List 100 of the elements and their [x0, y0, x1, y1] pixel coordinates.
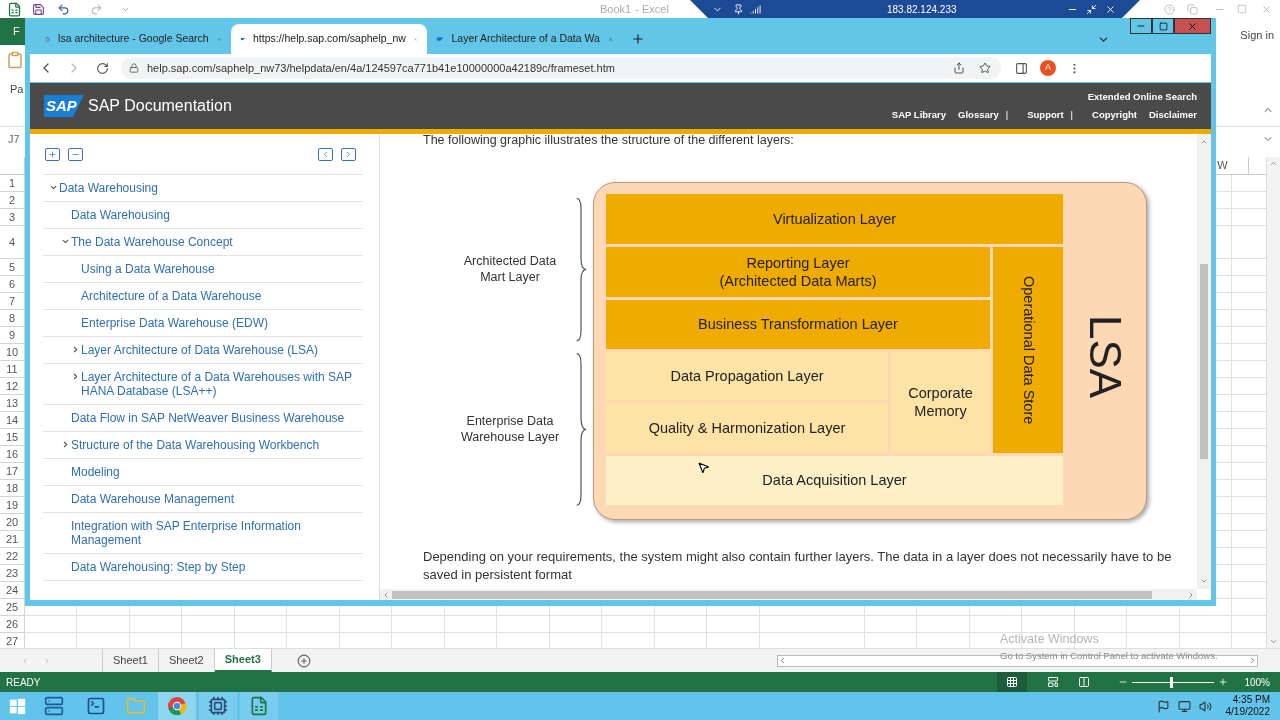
scroll-left-icon[interactable]	[778, 656, 787, 665]
zoom-thumb[interactable]	[1170, 676, 1174, 688]
restore-icon[interactable]	[1086, 3, 1097, 15]
maximize-button[interactable]	[1152, 18, 1174, 34]
scroll-thumb[interactable]	[1200, 264, 1208, 459]
sheet-tab[interactable]: Sheet3	[214, 649, 272, 672]
toc-link[interactable]: Integration with SAP Enterprise Information Management	[71, 519, 355, 547]
toc-link[interactable]: Using a Data Warehouse	[81, 262, 215, 276]
toc-link[interactable]: Data Warehousing	[59, 181, 158, 195]
activation-notice-title: Activate Windows	[1000, 631, 1100, 648]
scroll-right-icon[interactable]	[1187, 590, 1195, 599]
browser-icon	[167, 696, 187, 716]
chevron-down-icon[interactable]	[49, 183, 58, 192]
taskbar-app-button[interactable]	[240, 692, 278, 720]
horizontal-scrollbar[interactable]	[777, 654, 1258, 667]
toc-link[interactable]: Structure of the Data Warehousing Workbench	[71, 438, 320, 452]
profile-avatar[interactable]: A	[1040, 60, 1056, 76]
browser-tab[interactable]: lsa architecture - Google Search	[35, 24, 231, 54]
chevron-down-icon[interactable]	[61, 237, 70, 246]
side-panel-icon[interactable]	[1015, 61, 1028, 75]
save-icon[interactable]	[32, 2, 45, 16]
normal-view-button[interactable]	[997, 672, 1028, 692]
terminal-icon[interactable]	[86, 696, 106, 716]
toc-link[interactable]: Data Warehousing: Step by Step	[71, 560, 246, 574]
page-layout-icon[interactable]	[1047, 676, 1060, 688]
layer-label: Corporate Memory	[907, 384, 974, 421]
pin-icon[interactable]	[733, 3, 744, 15]
toc-link[interactable]: Data Warehouse Management	[71, 492, 234, 506]
chip-icon	[208, 696, 228, 716]
scroll-up-icon[interactable]	[1269, 159, 1278, 168]
volume-icon[interactable]	[1198, 699, 1212, 713]
flag-icon[interactable]	[1156, 699, 1170, 713]
content-scrollbar[interactable]	[1197, 134, 1211, 589]
scroll-down-icon[interactable]	[1269, 637, 1278, 646]
network-icon[interactable]	[1177, 699, 1191, 713]
layer-group-label: Architected Data Mart Layer	[462, 253, 558, 286]
content-horizontal-scrollbar[interactable]	[380, 589, 1197, 600]
zoom-percent: 100%	[1244, 675, 1270, 690]
scroll-left-icon[interactable]	[382, 590, 390, 599]
scroll-down-icon[interactable]	[1200, 577, 1208, 585]
clock-date: 4/19/2022	[1225, 706, 1270, 718]
minimize-button[interactable]	[1130, 18, 1152, 34]
add-sheet-icon[interactable]	[296, 653, 311, 668]
file-tab[interactable]: F	[0, 18, 25, 45]
collapse-all-button[interactable]	[68, 147, 83, 161]
sign-in-link[interactable]: Sign in	[1240, 27, 1274, 44]
close-icon[interactable]	[1105, 3, 1116, 15]
layer-group-label: Enterprise Data Warehouse Layer	[459, 413, 561, 446]
browser-tab[interactable]: https://help.sap.com/saphelp_nw	[231, 24, 427, 54]
scroll-up-icon[interactable]	[1200, 138, 1208, 146]
site-title: SAP Documentation	[88, 96, 232, 116]
toc-link[interactable]: Layer Architecture of Data Warehouse (LSA)	[81, 343, 318, 357]
nav-link[interactable]: Glossary	[958, 108, 999, 123]
scroll-right-icon[interactable]	[1248, 656, 1257, 665]
name-box[interactable]: J7	[8, 130, 20, 148]
taskbar-app-button[interactable]	[158, 692, 196, 720]
spreadsheet-app-icon	[7, 1, 22, 17]
page-break-icon[interactable]	[1078, 676, 1091, 688]
toc-link[interactable]: Data Flow in SAP NetWeaver Business Warehouse	[71, 411, 345, 425]
chevron-right-icon[interactable]	[71, 372, 80, 381]
status-text: READY	[6, 675, 41, 690]
share-icon[interactable]	[953, 62, 965, 74]
clipboard-icon[interactable]	[6, 51, 24, 69]
expand-all-button[interactable]	[45, 147, 60, 161]
site-icon	[437, 35, 444, 43]
toc-link[interactable]: Data Warehousing	[71, 208, 170, 222]
toc-link[interactable]: The Data Warehouse Concept	[71, 235, 233, 249]
undo-icon[interactable]	[57, 2, 70, 16]
new-tab-icon[interactable]	[631, 32, 645, 46]
chevron-right-icon[interactable]	[71, 345, 80, 354]
remote-address: 183.82.124.233	[887, 2, 957, 17]
tab-title: Layer Architecture of a Data Wa	[451, 31, 600, 47]
taskbar-app-button[interactable]	[199, 692, 237, 720]
nav-link[interactable]: Disclaimer	[1148, 108, 1197, 123]
nav-link[interactable]: Support	[1027, 108, 1064, 123]
nav-link[interactable]: SAP Library	[891, 108, 947, 123]
server-icon[interactable]	[44, 696, 64, 716]
previous-topic-button[interactable]	[318, 147, 333, 161]
browser-tab[interactable]: Layer Architecture of a Data Wa	[427, 24, 623, 54]
grid-icon	[1006, 676, 1019, 688]
reload-icon[interactable]	[96, 61, 109, 75]
intro-text: The following graphic illustrates the structure of the different layers:	[423, 134, 795, 149]
extended-search-link[interactable]: Extended Online Search	[1087, 89, 1197, 104]
toc-link[interactable]: Architecture of a Data Warehouse	[81, 289, 262, 303]
redo-icon[interactable]	[90, 2, 103, 16]
zoom-in-icon[interactable]	[1218, 677, 1229, 687]
signal-icon	[750, 3, 761, 15]
address-bar[interactable]: help.sap.com/saphelp_nw73/helpdata/en/4a/124597ca771b41e10000000a42189c/frameset.htm	[121, 57, 1001, 79]
next-topic-button[interactable]	[341, 147, 356, 161]
layer-label: Virtualization Layer	[772, 209, 897, 228]
toc-link[interactable]: Modeling	[71, 465, 120, 479]
scroll-thumb[interactable]	[392, 590, 1152, 599]
toc-link[interactable]: Enterprise Data Warehouse (EDW)	[81, 316, 268, 330]
toc-link[interactable]: Layer Architecture of a Data Warehouses with SAP HANA Database (LSA++)	[81, 370, 355, 398]
chevron-right-icon[interactable]	[61, 440, 70, 449]
bookmark-star-icon[interactable]	[979, 62, 991, 74]
close-button[interactable]	[1174, 18, 1211, 34]
nav-link[interactable]: Copyright	[1092, 108, 1137, 123]
layer-sublabel: (Architected Data Marts)	[719, 271, 877, 290]
vertical-scrollbar[interactable]	[1266, 157, 1280, 648]
